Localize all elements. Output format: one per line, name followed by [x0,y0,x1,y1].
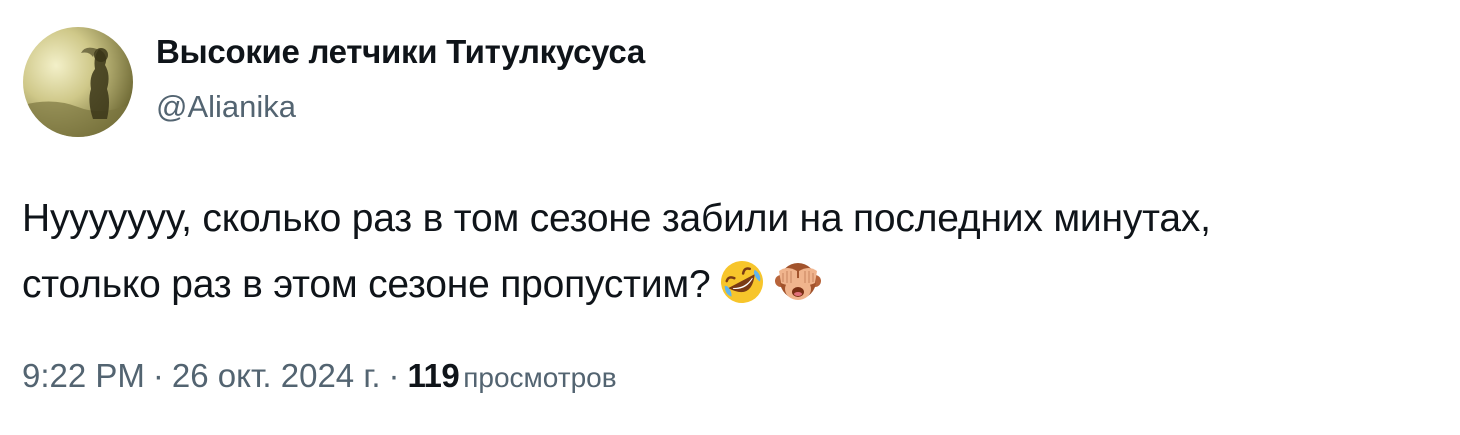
tweet-meta: 9:22 PM · 26 окт. 2024 г. · 119 просмотров [22,357,617,395]
avatar[interactable] [23,27,133,137]
tweet-time[interactable]: 9:22 PM [22,357,145,394]
rolling-on-floor-laughing-emoji-icon [717,257,767,307]
tweet-timestamp[interactable]: 9:22 PM · 26 окт. 2024 г. [22,357,381,394]
views-count[interactable]: 119 [408,357,460,394]
author-display-name[interactable]: Высокие летчики Титулкусуса [156,33,645,71]
author-handle[interactable]: @Alianika [156,89,296,125]
meta-separator: · [152,357,164,394]
tweet-text: Нууууууу, сколько раз в том сезоне забил… [22,186,1442,318]
tweet-date[interactable]: 26 окт. 2024 г. [172,357,381,394]
meta-separator: · [388,357,400,394]
tweet-card: Высокие летчики Титулкусуса @Alianika Ну… [0,0,1460,435]
views-label[interactable]: просмотров [463,362,616,393]
tweet-text-line: Нууууууу, сколько раз в том сезоне забил… [22,197,1211,240]
tweet-text-line: столько раз в этом сезоне пропустим? [22,252,1442,318]
tweet-text-line-content: столько раз в этом сезоне пропустим? [22,263,711,306]
see-no-evil-monkey-emoji-icon [773,257,823,307]
avatar-image-icon [23,27,133,137]
